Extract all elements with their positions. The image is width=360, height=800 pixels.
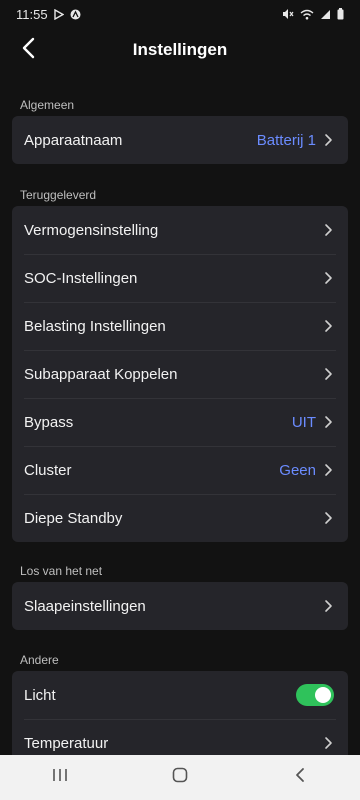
chevron-right-icon (324, 319, 334, 333)
row-right: UIT (292, 414, 334, 431)
row-label: Belasting Instellingen (24, 317, 166, 335)
row-bypass[interactable]: Bypass UIT (12, 398, 348, 446)
page-title: Instellingen (132, 40, 228, 59)
licht-toggle[interactable] (296, 684, 334, 706)
section-label-los-van-het-net: Los van het net (20, 564, 103, 578)
row-right (324, 736, 334, 750)
section-label-andere: Andere (20, 653, 59, 667)
chevron-right-icon (324, 463, 334, 477)
home-icon (172, 767, 188, 788)
status-time: 11:55 (16, 6, 48, 22)
row-value: UIT (291, 413, 316, 431)
system-back-button[interactable] (270, 755, 330, 800)
chevron-right-icon (324, 271, 334, 285)
row-label: Cluster (24, 461, 72, 479)
back-button[interactable] (12, 34, 44, 66)
row-slaapeinstellingen[interactable]: Slaapeinstellingen (12, 582, 348, 630)
row-label: SOC-Instellingen (24, 269, 138, 287)
chevron-right-icon (324, 415, 334, 429)
card-algemeen: Apparaatnaam Batterij 1 (12, 116, 348, 164)
row-apparaatnaam[interactable]: Apparaatnaam Batterij 1 (12, 116, 348, 164)
card-andere: Licht Temperatuur (12, 671, 348, 755)
chevron-left-icon (21, 37, 35, 64)
system-nav-bar (0, 755, 360, 800)
chevron-right-icon (324, 367, 334, 381)
row-label: Temperatuur (24, 734, 109, 752)
row-value: Geen (279, 461, 316, 479)
card-los-van-het-net: Slaapeinstellingen (12, 582, 348, 630)
chevron-right-icon (324, 223, 334, 237)
status-left: 11:55 (16, 7, 81, 22)
row-label: Subapparaat Koppelen (24, 365, 178, 383)
recent-apps-icon (52, 768, 68, 787)
app-icon (70, 9, 81, 20)
row-right: Batterij 1 (257, 132, 334, 149)
row-right (324, 367, 334, 381)
row-label: Bypass (24, 413, 74, 431)
settings-content[interactable]: Algemeen Apparaatnaam Batterij 1 Terugge… (0, 72, 360, 755)
signal-icon (320, 9, 331, 20)
recent-apps-button[interactable] (30, 755, 90, 800)
row-label: Apparaatnaam (24, 131, 123, 149)
chevron-right-icon (324, 511, 334, 525)
row-right (324, 271, 334, 285)
home-button[interactable] (150, 755, 210, 800)
chevron-right-icon (324, 736, 334, 750)
section-label-algemeen: Algemeen (20, 98, 75, 112)
row-value: Batterij 1 (256, 131, 316, 149)
mute-icon (282, 8, 294, 20)
row-right: Geen (279, 462, 334, 479)
app-header: Instellingen (0, 28, 360, 72)
row-right (324, 599, 334, 613)
battery-icon (337, 8, 344, 20)
row-label: Slaapeinstellingen (24, 597, 146, 615)
row-right (324, 511, 334, 525)
status-right (282, 8, 344, 20)
toggle-knob (315, 687, 331, 703)
chevron-right-icon (324, 133, 334, 147)
chevron-right-icon (324, 599, 334, 613)
row-label: Licht (24, 686, 56, 704)
row-soc-instellingen[interactable]: SOC-Instellingen (12, 254, 348, 302)
back-icon (295, 767, 305, 788)
wifi-icon (300, 9, 314, 20)
row-vermogensinstelling[interactable]: Vermogensinstelling (12, 206, 348, 254)
row-cluster[interactable]: Cluster Geen (12, 446, 348, 494)
row-licht: Licht (12, 671, 348, 719)
row-right (324, 223, 334, 237)
status-bar: 11:55 (0, 0, 360, 28)
row-label: Diepe Standby (24, 509, 123, 527)
card-teruggeleverd: Vermogensinstelling SOC-Instellingen Bel… (12, 206, 348, 542)
row-right (324, 319, 334, 333)
row-belasting-instellingen[interactable]: Belasting Instellingen (12, 302, 348, 350)
row-subapparaat-koppelen[interactable]: Subapparaat Koppelen (12, 350, 348, 398)
row-temperatuur[interactable]: Temperatuur (12, 719, 348, 755)
row-label: Vermogensinstelling (24, 221, 159, 239)
play-store-icon (53, 8, 64, 20)
row-diepe-standby[interactable]: Diepe Standby (12, 494, 348, 542)
section-label-teruggeleverd: Teruggeleverd (20, 188, 97, 202)
